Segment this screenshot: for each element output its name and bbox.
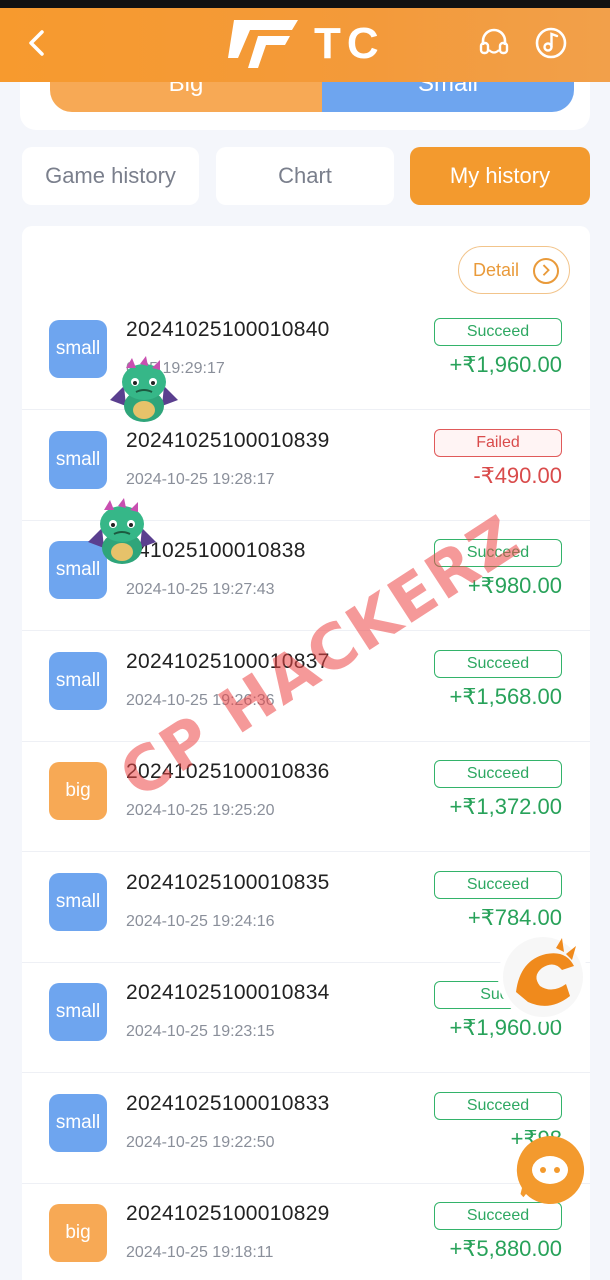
tc-logo-icon <box>228 20 298 68</box>
win-loss-amount: +₹1,960.00 <box>449 352 562 377</box>
status-badge: Succeed <box>434 760 562 788</box>
history-row[interactable]: small 20241025100010835 2024-10-25 19:24:1… <box>22 853 590 963</box>
bet-type-badge: small <box>49 430 107 489</box>
top-bar: TC <box>0 0 610 82</box>
chevron-right-icon <box>533 258 559 284</box>
bet-time: 2024-10-25 19:22:50 <box>126 1133 275 1151</box>
dragon-float-icon[interactable] <box>496 930 590 1024</box>
win-loss-amount: +₹5,880.00 <box>449 1236 562 1261</box>
tab-my-history[interactable]: My history <box>410 147 590 205</box>
headset-icon[interactable] <box>477 26 511 60</box>
bet-type-badge: big <box>49 762 107 820</box>
history-tabs: Game history Chart My history <box>22 147 590 205</box>
bet-type-badge: big <box>49 1204 107 1262</box>
small-button[interactable]: Small <box>322 82 574 112</box>
history-row[interactable]: big 20241025100010829 2024-10-25 19:18:11 S… <box>22 1184 590 1280</box>
app-logo: TC <box>228 16 385 72</box>
period-number: 20241025100010835 <box>126 870 330 894</box>
win-loss-amount: +₹980.00 <box>467 573 562 598</box>
period-number: 20241025100010833 <box>126 1091 330 1115</box>
dragon-mascot-icon <box>110 356 178 422</box>
period-number: 20241025100010834 <box>126 981 330 1004</box>
chat-bubble-icon[interactable] <box>512 1132 588 1208</box>
bet-type-badge: small <box>49 1093 107 1152</box>
bet-toggle-card: Big Small <box>20 82 590 130</box>
bet-time: 2024-10-25 19:18:11 <box>126 1244 274 1261</box>
win-loss-amount: +₹1,568.00 <box>449 683 562 709</box>
bet-time: 2024-10-25 19:27:43 <box>126 581 275 598</box>
history-row[interactable]: small 20241025100010837 2024-10-25 19:26:3… <box>22 632 590 742</box>
win-loss-amount: +₹784.00 <box>467 904 562 930</box>
bet-time: 2024-10-25 19:23:15 <box>126 1023 275 1040</box>
status-strip <box>0 0 610 8</box>
bet-time: 2024-10-25 19:24:16 <box>126 912 275 930</box>
music-note-icon[interactable] <box>534 26 568 60</box>
bet-time: 2024-10-25 19:26:36 <box>126 691 275 709</box>
status-badge: Succeed <box>434 539 562 567</box>
bet-time: 2024-10-25 19:28:17 <box>126 470 275 488</box>
period-number: 20241025100010840 <box>126 318 330 341</box>
big-button[interactable]: Big <box>50 82 322 112</box>
dragon-mascot-icon <box>88 498 156 564</box>
period-number: 20241025100010839 <box>126 428 330 452</box>
brand-name: TC <box>314 19 385 68</box>
status-badge: Succeed <box>434 1091 562 1120</box>
bet-type-badge: small <box>49 651 107 710</box>
history-row[interactable]: small 20241025100010833 2024-10-25 19:22:5… <box>22 1074 590 1184</box>
history-row[interactable]: big 20241025100010836 2024-10-25 19:25:20 S… <box>22 742 590 852</box>
bet-time: 2024-10-25 19:25:20 <box>126 802 275 819</box>
tab-game-history[interactable]: Game history <box>22 147 199 205</box>
win-loss-amount: -₹490.00 <box>473 462 562 488</box>
win-loss-amount: +₹1,372.00 <box>449 794 562 819</box>
bet-type-badge: small <box>49 983 107 1041</box>
small-label: Small <box>417 82 478 97</box>
detail-label: Detail <box>473 259 520 280</box>
status-badge: Failed <box>434 428 562 457</box>
period-number: 20241025100010836 <box>126 760 330 783</box>
status-badge: Succeed <box>434 318 562 346</box>
detail-button[interactable]: Detail <box>458 246 570 294</box>
bet-type-badge: small <box>49 872 107 931</box>
big-label: Big <box>168 82 204 97</box>
period-number: 20241025100010837 <box>126 649 330 673</box>
status-badge: Succeed <box>434 870 562 899</box>
status-badge: Succeed <box>434 649 562 678</box>
chevron-left-icon[interactable] <box>22 26 54 60</box>
period-number: 20241025100010829 <box>126 1202 330 1225</box>
tab-chart[interactable]: Chart <box>216 147 394 205</box>
bet-type-badge: small <box>49 320 107 378</box>
